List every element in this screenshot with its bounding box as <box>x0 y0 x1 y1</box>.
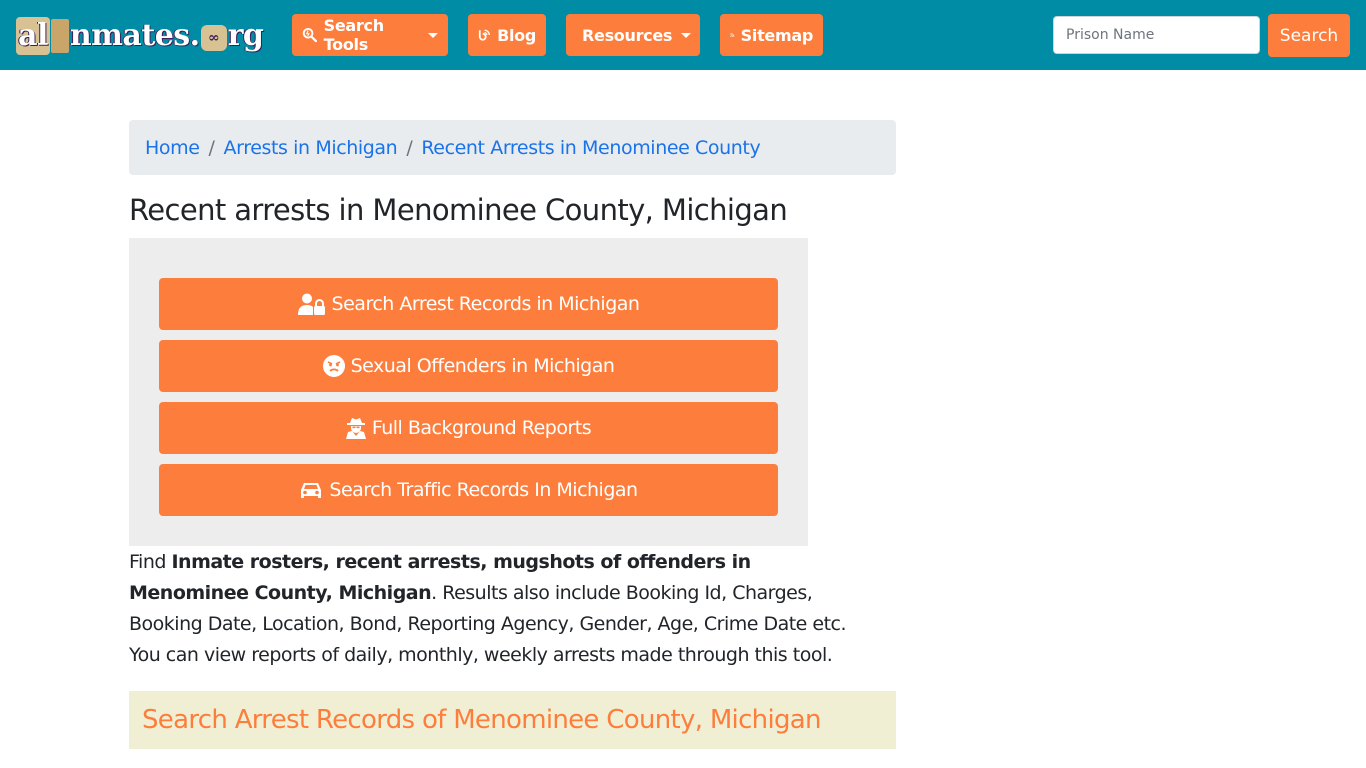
logo-text-part3: rg <box>227 18 264 53</box>
logo-text-part2: nmates <box>69 18 190 53</box>
page-description: Find Inmate rosters, recent arrests, mug… <box>129 547 849 671</box>
user-lock-icon <box>297 293 325 315</box>
blog-icon <box>478 29 490 41</box>
nav-blog[interactable]: Blog <box>468 14 546 56</box>
search-arrest-records-button[interactable]: Search Arrest Records in Michigan <box>159 278 778 330</box>
logo-handcuffs-icon: ∞ <box>200 25 227 51</box>
search-traffic-records-label: Search Traffic Records In Michigan <box>329 479 638 501</box>
action-buttons-panel: Search Arrest Records in Michigan Sexual… <box>129 238 808 546</box>
breadcrumb-arrests-in-michigan[interactable]: Arrests in Michigan <box>224 137 398 159</box>
chevron-down-icon <box>428 32 438 38</box>
angry-face-icon <box>322 355 345 377</box>
prison-name-search-input[interactable] <box>1053 16 1260 54</box>
section-heading-box: Search Arrest Records of Menominee Count… <box>129 691 896 749</box>
nav-blog-label: Blog <box>497 25 536 45</box>
sexual-offenders-button[interactable]: Sexual Offenders in Michigan <box>159 340 778 392</box>
logo-text-part1: al <box>16 17 50 55</box>
breadcrumb-recent-arrests-menominee[interactable]: Recent Arrests in Menominee County <box>421 137 760 159</box>
top-navbar: al nmates . ∞ rg Search Tools Blog Resou… <box>0 0 1366 70</box>
chevron-down-icon <box>681 32 692 38</box>
section-heading: Search Arrest Records of Menominee Count… <box>142 705 821 735</box>
search-tools-icon <box>302 27 318 43</box>
nav-search-tools[interactable]: Search Tools <box>292 14 448 56</box>
nav-resources-label: Resources <box>582 25 673 45</box>
full-background-reports-label: Full Background Reports <box>371 417 592 439</box>
search-arrest-records-label: Search Arrest Records in Michigan <box>331 293 640 315</box>
rss-icon <box>730 33 735 37</box>
site-logo[interactable]: al nmates . ∞ rg <box>16 17 264 55</box>
search-button[interactable]: Search <box>1268 14 1350 57</box>
breadcrumb-separator: / <box>406 136 413 159</box>
nav-sitemap-label: Sitemap <box>740 25 814 45</box>
page-title: Recent arrests in Menominee County, Mich… <box>129 193 788 227</box>
full-background-reports-button[interactable]: Full Background Reports <box>159 402 778 454</box>
user-secret-icon <box>345 418 366 439</box>
nav-sitemap[interactable]: Sitemap <box>720 14 823 56</box>
logo-inmate-figure-icon <box>50 19 69 53</box>
sexual-offenders-label: Sexual Offenders in Michigan <box>350 355 615 377</box>
breadcrumb-separator: / <box>208 136 215 159</box>
nav-resources[interactable]: Resources <box>566 14 700 56</box>
description-prefix: Find <box>129 551 172 573</box>
breadcrumb-home[interactable]: Home <box>145 137 200 159</box>
nav-search-tools-label: Search Tools <box>323 16 384 54</box>
car-icon <box>301 483 322 498</box>
logo-dot: . <box>189 18 200 53</box>
breadcrumb: Home / Arrests in Michigan / Recent Arre… <box>129 120 896 175</box>
search-traffic-records-button[interactable]: Search Traffic Records In Michigan <box>159 464 778 516</box>
